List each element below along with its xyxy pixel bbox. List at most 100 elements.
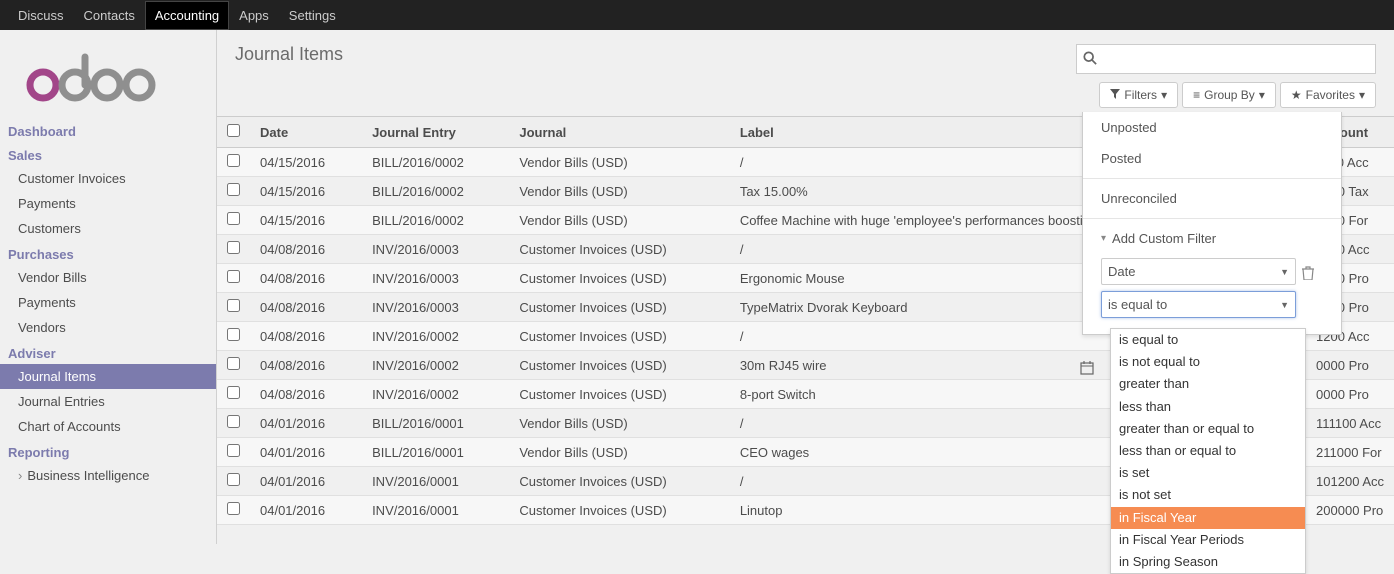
top-nav: DiscussContactsAccountingAppsSettings — [0, 0, 1394, 30]
row-checkbox[interactable] — [227, 357, 240, 370]
nav-contacts[interactable]: Contacts — [74, 1, 145, 30]
cell-account: 211000 For — [1306, 438, 1394, 467]
menu-item-customer-invoices[interactable]: Customer Invoices — [0, 166, 216, 191]
operator-options-list: is equal tois not equal togreater thanle… — [1110, 328, 1306, 574]
menu-item-payments[interactable]: Payments — [0, 290, 216, 315]
search-input[interactable] — [1097, 52, 1369, 67]
nav-apps[interactable]: Apps — [229, 1, 279, 30]
filter-option-posted[interactable]: Posted — [1083, 143, 1341, 174]
cell-journal: Customer Invoices (USD) — [509, 467, 729, 496]
cell-journal: Vendor Bills (USD) — [509, 409, 729, 438]
cell-entry: BILL/2016/0002 — [362, 206, 509, 235]
operator-option[interactable]: greater than — [1111, 373, 1305, 395]
row-checkbox[interactable] — [227, 270, 240, 283]
cell-entry: BILL/2016/0001 — [362, 409, 509, 438]
cell-date: 04/15/2016 — [250, 177, 362, 206]
cell-date: 04/08/2016 — [250, 322, 362, 351]
cell-journal: Vendor Bills (USD) — [509, 148, 729, 177]
favorites-button[interactable]: ★ Favorites ▾ — [1280, 82, 1376, 108]
operator-option[interactable]: in Fiscal Year — [1111, 507, 1305, 529]
menu-section-sales[interactable]: Sales — [0, 142, 216, 166]
filter-option-unreconciled[interactable]: Unreconciled — [1083, 183, 1341, 214]
menu-item-journal-items[interactable]: Journal Items — [0, 364, 216, 389]
cell-journal: Customer Invoices (USD) — [509, 380, 729, 409]
cell-date: 04/15/2016 — [250, 148, 362, 177]
cell-date: 04/08/2016 — [250, 380, 362, 409]
cell-entry: BILL/2016/0002 — [362, 148, 509, 177]
operator-option[interactable]: is not set — [1111, 484, 1305, 506]
col-header[interactable]: Journal — [509, 117, 729, 148]
filter-field-select[interactable]: Date ▼ — [1101, 258, 1296, 285]
operator-option[interactable]: is set — [1111, 462, 1305, 484]
funnel-icon — [1110, 88, 1120, 102]
caret-down-icon: ▾ — [1161, 88, 1167, 102]
add-custom-filter-header[interactable]: Add Custom Filter — [1083, 223, 1341, 254]
app-logo — [0, 30, 216, 118]
operator-option[interactable]: is not equal to — [1111, 351, 1305, 373]
menu-item-business-intelligence[interactable]: Business Intelligence — [0, 463, 216, 488]
row-checkbox[interactable] — [227, 444, 240, 457]
row-checkbox[interactable] — [227, 154, 240, 167]
calendar-icon[interactable] — [1080, 361, 1094, 378]
cell-date: 04/08/2016 — [250, 351, 362, 380]
row-checkbox[interactable] — [227, 328, 240, 341]
nav-accounting[interactable]: Accounting — [145, 1, 229, 30]
list-icon: ≡ — [1193, 88, 1200, 102]
menu-section-dashboard[interactable]: Dashboard — [0, 118, 216, 142]
cell-entry: INV/2016/0002 — [362, 322, 509, 351]
cell-account: 101200 Acc — [1306, 467, 1394, 496]
row-checkbox[interactable] — [227, 415, 240, 428]
menu-item-vendor-bills[interactable]: Vendor Bills — [0, 265, 216, 290]
menu-section-adviser[interactable]: Adviser — [0, 340, 216, 364]
menu-section-purchases[interactable]: Purchases — [0, 241, 216, 265]
cell-entry: INV/2016/0002 — [362, 380, 509, 409]
menu-item-vendors[interactable]: Vendors — [0, 315, 216, 340]
operator-option[interactable]: in Fiscal Year Periods — [1111, 529, 1305, 551]
menu-item-journal-entries[interactable]: Journal Entries — [0, 389, 216, 414]
caret-down-icon: ▾ — [1259, 88, 1265, 102]
filter-operator-select[interactable]: is equal to ▼ — [1101, 291, 1296, 318]
col-header[interactable] — [217, 117, 250, 148]
filter-option-unposted[interactable]: Unposted — [1083, 112, 1341, 143]
cell-journal: Vendor Bills (USD) — [509, 438, 729, 467]
menu-item-chart-of-accounts[interactable]: Chart of Accounts — [0, 414, 216, 439]
menu-section-reporting[interactable]: Reporting — [0, 439, 216, 463]
cell-date: 04/01/2016 — [250, 496, 362, 525]
row-checkbox[interactable] — [227, 241, 240, 254]
menu-item-customers[interactable]: Customers — [0, 216, 216, 241]
group-by-button[interactable]: ≡ Group By ▾ — [1182, 82, 1276, 108]
star-icon: ★ — [1291, 88, 1302, 102]
operator-option[interactable]: in Spring Season — [1111, 551, 1305, 573]
operator-option[interactable]: less than or equal to — [1111, 440, 1305, 462]
cell-account: 0000 Pro — [1306, 351, 1394, 380]
select-all-checkbox[interactable] — [227, 124, 240, 137]
operator-option[interactable]: is equal to — [1111, 329, 1305, 351]
cell-account: 0000 Pro — [1306, 380, 1394, 409]
cell-date: 04/15/2016 — [250, 206, 362, 235]
nav-settings[interactable]: Settings — [279, 1, 346, 30]
row-checkbox[interactable] — [227, 212, 240, 225]
search-box[interactable] — [1076, 44, 1376, 74]
menu-item-payments[interactable]: Payments — [0, 191, 216, 216]
row-checkbox[interactable] — [227, 299, 240, 312]
cell-date: 04/01/2016 — [250, 409, 362, 438]
cell-date: 04/01/2016 — [250, 467, 362, 496]
sidebar: DashboardSalesCustomer InvoicesPaymentsC… — [0, 30, 216, 544]
cell-account: 200000 Pro — [1306, 496, 1394, 525]
col-header[interactable]: Date — [250, 117, 362, 148]
row-checkbox[interactable] — [227, 473, 240, 486]
operator-option[interactable]: greater than or equal to — [1111, 418, 1305, 440]
row-checkbox[interactable] — [227, 502, 240, 515]
delete-filter-icon[interactable] — [1302, 266, 1314, 283]
cell-entry: INV/2016/0001 — [362, 496, 509, 525]
operator-option[interactable]: less than — [1111, 396, 1305, 418]
cell-journal: Customer Invoices (USD) — [509, 293, 729, 322]
row-checkbox[interactable] — [227, 183, 240, 196]
filters-button[interactable]: Filters ▾ — [1099, 82, 1178, 108]
col-header[interactable]: Journal Entry — [362, 117, 509, 148]
cell-journal: Vendor Bills (USD) — [509, 206, 729, 235]
row-checkbox[interactable] — [227, 386, 240, 399]
cell-entry: INV/2016/0003 — [362, 293, 509, 322]
nav-discuss[interactable]: Discuss — [8, 1, 74, 30]
cell-date: 04/08/2016 — [250, 293, 362, 322]
